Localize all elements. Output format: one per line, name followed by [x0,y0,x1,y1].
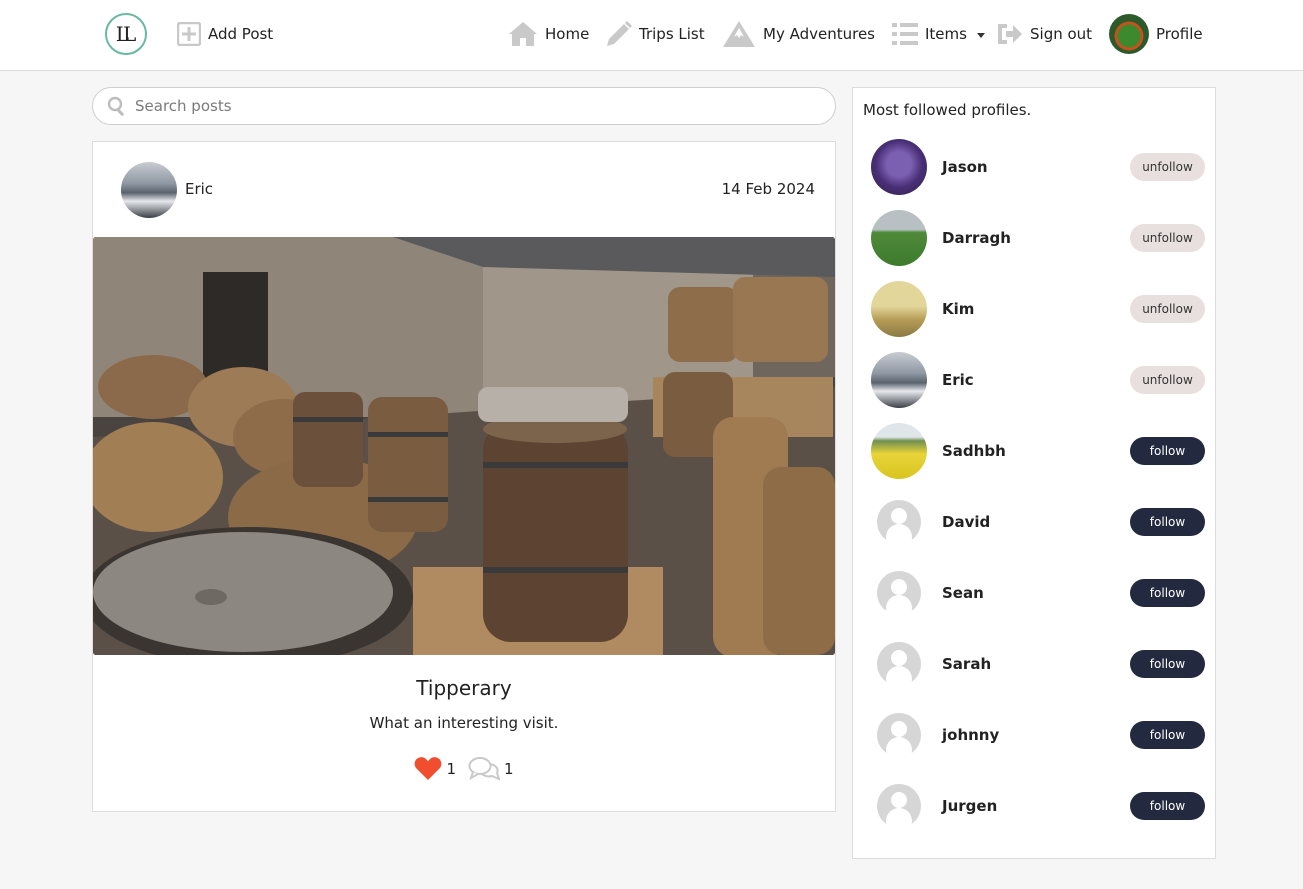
nav-items-label: Items [925,25,967,43]
post-date: 14 Feb 2024 [721,180,815,198]
plus-square-icon [177,22,201,46]
unfollow-button[interactable]: unfollow [1130,224,1205,252]
default-avatar-icon[interactable] [871,565,927,621]
post-author[interactable]: Eric [121,162,213,218]
nav-profile-label: Profile [1156,25,1203,43]
nav-add-post-label: Add Post [208,25,274,43]
post-stats: 1 1 [93,756,835,781]
avatar [1109,14,1149,54]
follow-button[interactable]: follow [1130,650,1205,678]
profile-name[interactable]: David [942,513,1130,531]
unfollow-button[interactable]: unfollow [1130,295,1205,323]
profile-name[interactable]: Kim [942,300,1130,318]
search-input[interactable] [135,97,815,115]
nav-add-post[interactable]: Add Post [177,19,273,49]
post-body: What an interesting visit. [369,714,559,732]
profile-name[interactable]: Sean [942,584,1130,602]
nav-my-adventures[interactable]: My Adventures [722,19,875,49]
sidebar-most-followed: Most followed profiles. Jason unfollow D… [852,87,1216,859]
default-avatar-icon[interactable] [871,494,927,550]
list-icon [892,23,918,45]
avatar [121,162,177,218]
heart-icon[interactable] [414,756,442,781]
home-icon [509,22,537,46]
profile-name[interactable]: Jason [942,158,1130,176]
profile-name[interactable]: Eric [942,371,1130,389]
logo-text: LL [115,22,136,46]
comments-icon[interactable] [468,756,500,781]
nav-profile[interactable]: Profile [1109,14,1203,54]
profile-row-johnny: johnny follow [871,707,1205,763]
post-photo [93,237,835,655]
avatar[interactable] [871,139,927,195]
avatar[interactable] [871,281,927,337]
nav-sign-out[interactable]: Sign out [997,19,1092,49]
follow-button[interactable]: follow [1130,508,1205,536]
logo[interactable]: LL [105,13,147,55]
navbar: LL Add Post Home Trips List My Adventure… [0,0,1303,71]
profile-row-david: David follow [871,494,1205,550]
nav-home[interactable]: Home [508,19,589,49]
sidebar-title: Most followed profiles. [863,101,1032,119]
profile-row-kim: Kim unfollow [871,281,1205,337]
sign-out-icon [998,24,1022,44]
avatar[interactable] [871,352,927,408]
nav-trips-list-label: Trips List [639,25,705,43]
nav-items-dropdown[interactable]: Items [892,19,985,49]
profile-row-jason: Jason unfollow [871,139,1205,195]
post-author-name: Eric [185,180,214,198]
profile-row-darragh: Darragh unfollow [871,210,1205,266]
avatar[interactable] [871,210,927,266]
profile-name[interactable]: Sarah [942,655,1130,673]
nav-trips-list[interactable]: Trips List [605,19,705,49]
avatar[interactable] [871,423,927,479]
default-avatar-icon[interactable] [871,636,927,692]
follow-button[interactable]: follow [1130,579,1205,607]
default-avatar-icon[interactable] [871,707,927,763]
profile-row-sean: Sean follow [871,565,1205,621]
chevron-down-icon [976,32,985,38]
profile-row-sadhbh: Sadhbh follow [871,423,1205,479]
like-count: 1 [446,759,456,778]
pencil-icon [607,20,632,46]
post-card: Eric 14 Feb 2024 Tipperary What an inter… [92,141,836,812]
follow-button[interactable]: follow [1130,721,1205,749]
profile-name[interactable]: Sadhbh [942,442,1130,460]
nav-my-adventures-label: My Adventures [763,25,875,43]
profile-row-sarah: Sarah follow [871,636,1205,692]
profile-row-eric: Eric unfollow [871,352,1205,408]
post-image[interactable] [93,237,835,655]
nav-sign-out-label: Sign out [1030,25,1093,43]
post-title: Tipperary [416,676,512,700]
profile-row-jurgen: Jurgen follow [871,778,1205,834]
profile-name[interactable]: johnny [942,726,1130,744]
profile-name[interactable]: Jurgen [942,797,1130,815]
comment-count: 1 [504,759,514,778]
search-bar [92,87,836,125]
unfollow-button[interactable]: unfollow [1130,366,1205,394]
unfollow-button[interactable]: unfollow [1130,153,1205,181]
mountain-icon [723,21,755,47]
follow-button[interactable]: follow [1130,437,1205,465]
default-avatar-icon[interactable] [871,778,927,834]
nav-home-label: Home [545,25,590,43]
search-icon [107,96,124,116]
profile-name[interactable]: Darragh [942,229,1130,247]
follow-button[interactable]: follow [1130,792,1205,820]
